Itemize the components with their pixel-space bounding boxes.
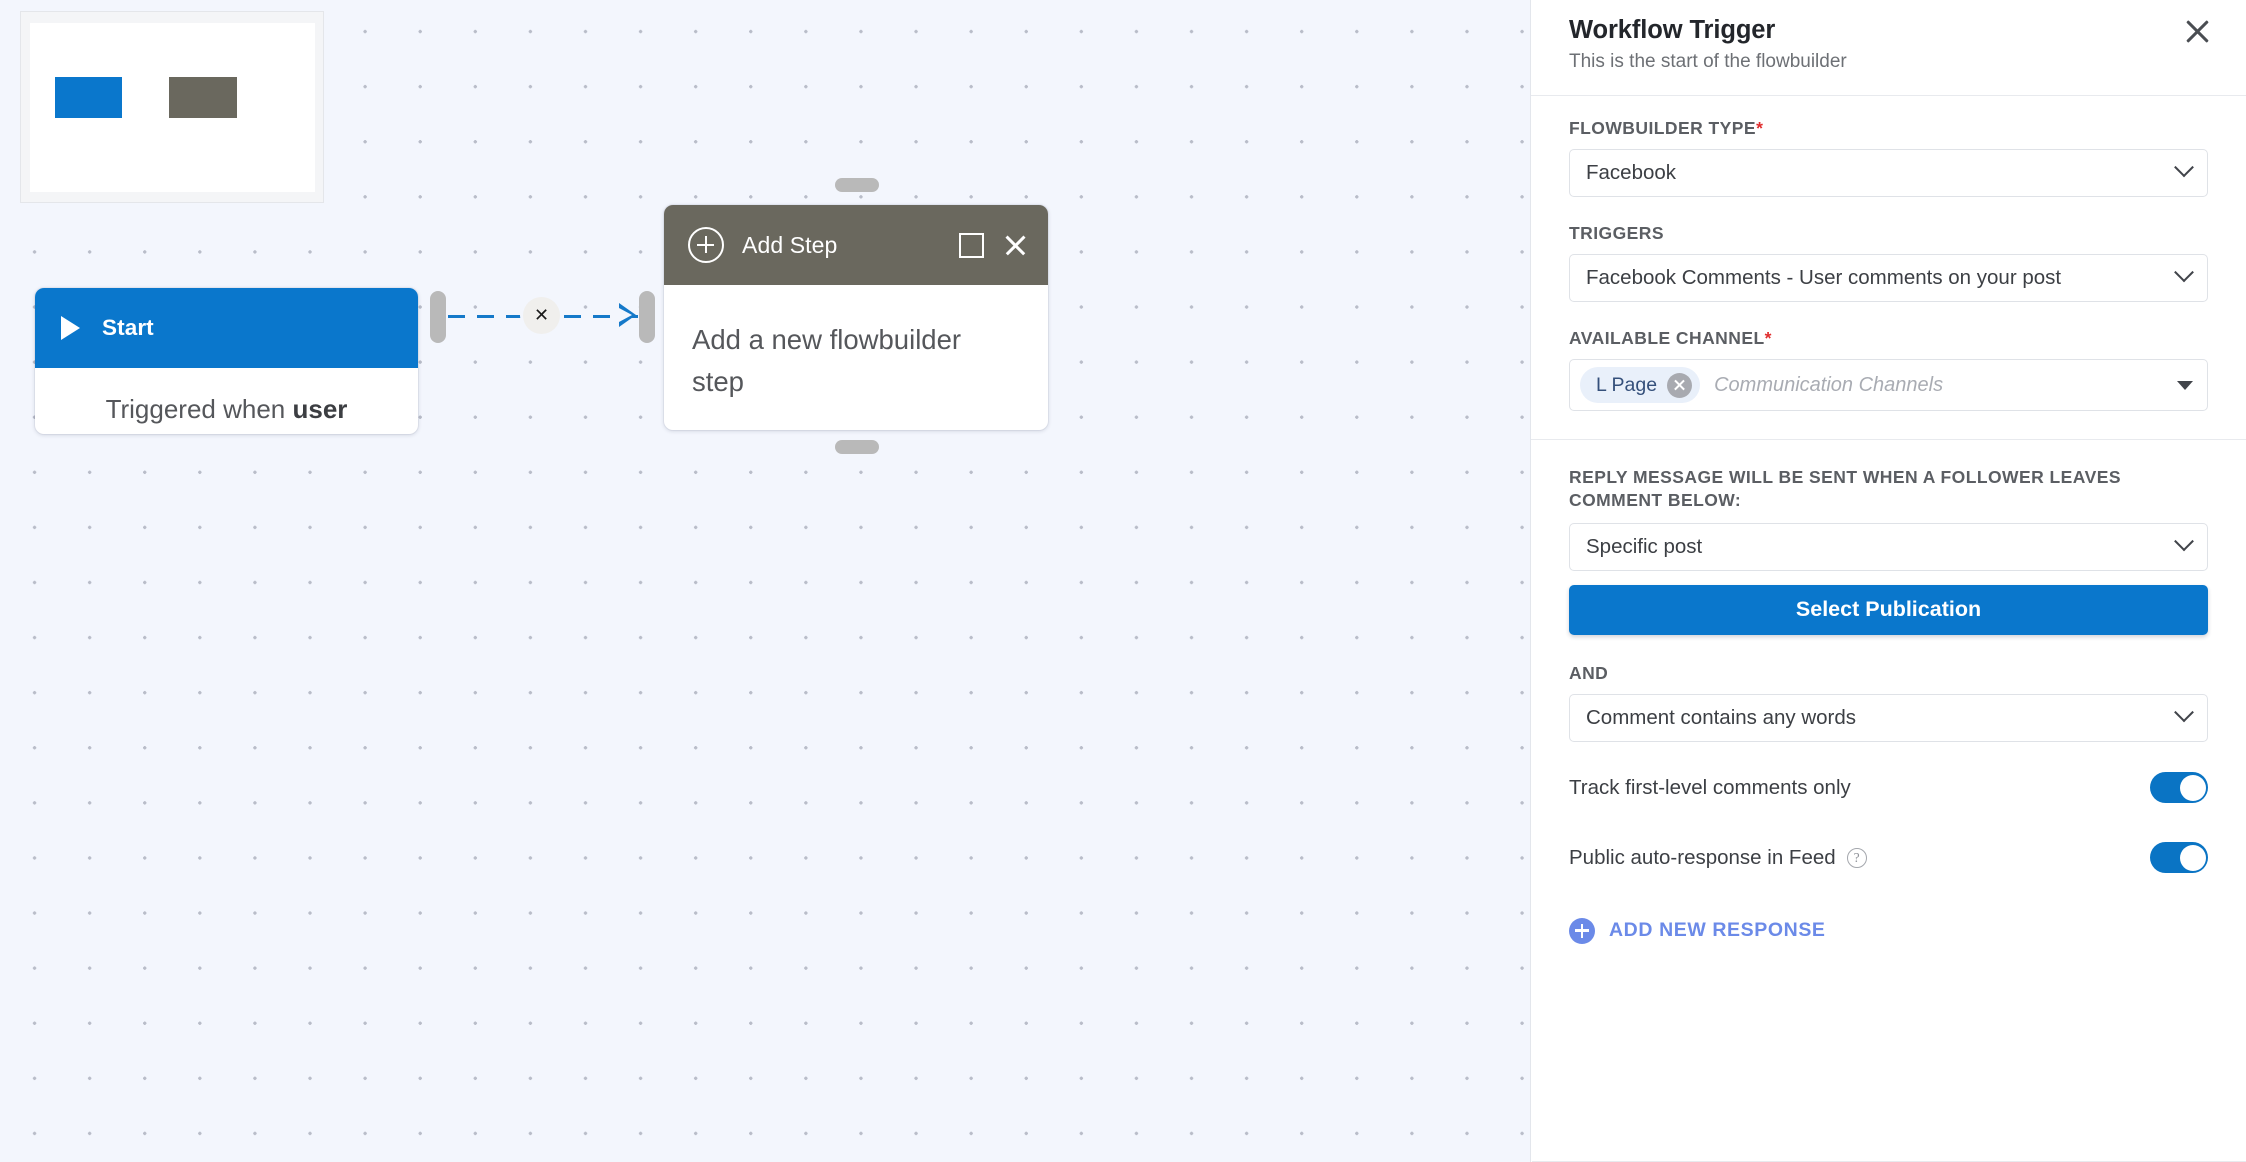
node-add-step-handle-bottom[interactable] [835, 440, 879, 454]
triggers-label-text: TRIGGERS [1569, 223, 1664, 243]
node-add-step-title: Add Step [742, 231, 838, 258]
required-asterisk: * [1764, 328, 1772, 348]
chevron-down-icon [2174, 701, 2194, 722]
toggle-label-track-first-level: Track first-level comments only [1569, 775, 1851, 799]
panel-header: Workflow Trigger This is the start of th… [1531, 0, 2246, 96]
available-channel-multiselect[interactable]: L Page Communication Channels [1569, 359, 2208, 411]
triggers-label: TRIGGERS [1569, 223, 2208, 244]
flowbuilder-app: Start Triggered when user comments on yo… [0, 0, 2246, 1162]
chevron-down-icon [2174, 157, 2194, 178]
node-start-title: Start [102, 315, 154, 340]
add-new-response-button[interactable]: ADD NEW RESPONSE [1569, 917, 2208, 944]
channel-tag: L Page [1580, 367, 1701, 403]
close-icon[interactable] [2183, 17, 2212, 46]
flowbuilder-type-label-text: FLOWBUILDER TYPE [1569, 118, 1757, 138]
node-add-step-body: Add a new flowbuilder step [692, 324, 962, 397]
edge-handle-source[interactable] [430, 291, 446, 343]
toggle-track-first-level-comments[interactable] [2150, 772, 2208, 804]
edge-arrow-mask [619, 307, 632, 322]
reply-message-value: Specific post [1586, 534, 1703, 558]
toggle-row-track-first-level: Track first-level comments only [1569, 764, 2208, 812]
node-start-header: Start [35, 288, 418, 368]
duplicate-icon[interactable] [959, 232, 984, 258]
toggle-row-public-auto-response: Public auto-response in Feed ? [1569, 834, 2208, 882]
reply-message-select[interactable]: Specific post [1569, 522, 2208, 571]
triggers-value: Facebook Comments - User comments on you… [1586, 266, 2062, 289]
node-add-step-handle-top[interactable] [835, 178, 879, 192]
minimap-viewport [30, 23, 315, 192]
flow-canvas[interactable]: Start Triggered when user comments on yo… [0, 0, 1530, 1162]
plus-circle-icon [688, 227, 724, 263]
panel-body: FLOWBUILDER TYPE* Facebook TRIGGERS Face… [1531, 96, 2246, 944]
panel-subtitle: This is the start of the flowbuilder [1569, 51, 1847, 72]
and-condition-select[interactable]: Comment contains any words [1569, 693, 2208, 742]
toggle-public-auto-response[interactable] [2150, 842, 2208, 874]
caret-down-icon[interactable] [2177, 380, 2193, 390]
minimap-node-start [55, 77, 122, 118]
flowbuilder-type-select[interactable]: Facebook [1569, 149, 2208, 197]
minimap-node-add-step [169, 77, 237, 118]
flowbuilder-type-label: FLOWBUILDER TYPE* [1569, 118, 2208, 139]
triggers-select[interactable]: Facebook Comments - User comments on you… [1569, 254, 2208, 302]
and-condition-value: Comment contains any words [1586, 705, 1857, 729]
channel-tag-label: L Page [1596, 373, 1658, 396]
close-icon[interactable] [1002, 232, 1028, 258]
remove-tag-icon[interactable] [1667, 372, 1693, 398]
node-start[interactable]: Start Triggered when user comments on yo… [35, 288, 418, 434]
node-add-step-actions [959, 232, 1028, 258]
page-title: Workflow Trigger [1569, 16, 1776, 44]
node-start-body: Triggered when user comments on your Pos… [35, 368, 418, 434]
available-channel-label-text: AVAILABLE CHANNEL [1569, 328, 1765, 348]
available-channel-label: AVAILABLE CHANNEL* [1569, 328, 2208, 349]
flow-minimap[interactable] [20, 11, 324, 203]
plus-circle-icon [1569, 917, 1595, 944]
available-channel-placeholder: Communication Channels [1714, 373, 1944, 396]
play-icon [61, 316, 80, 340]
reply-message-label: REPLY MESSAGE WILL BE SENT WHEN A FOLLOW… [1569, 466, 2208, 513]
help-icon[interactable]: ? [1846, 847, 1867, 868]
reply-message-label-text: REPLY MESSAGE WILL BE SENT WHEN A FOLLOW… [1569, 467, 2121, 511]
edge-handle-target[interactable] [639, 291, 655, 343]
select-publication-button[interactable]: Select Publication [1569, 584, 2208, 635]
edge-delete-button[interactable]: ✕ [523, 297, 560, 334]
add-new-response-label: ADD NEW RESPONSE [1609, 919, 1826, 942]
flowbuilder-type-value: Facebook [1586, 161, 1677, 184]
node-add-step[interactable]: Add Step Add a new flowbuilder step [664, 205, 1048, 430]
node-start-body-prefix: Triggered when [105, 394, 293, 424]
and-label: AND [1569, 663, 2208, 684]
and-label-text: AND [1569, 662, 1609, 683]
node-add-step-header: Add Step [664, 205, 1048, 285]
workflow-trigger-panel: Workflow Trigger This is the start of th… [1530, 0, 2246, 1162]
toggle-label-public-auto-response: Public auto-response in Feed [1569, 845, 1836, 869]
chevron-down-icon [2174, 262, 2194, 283]
required-asterisk: * [1756, 118, 1764, 138]
chevron-down-icon [2174, 530, 2194, 551]
